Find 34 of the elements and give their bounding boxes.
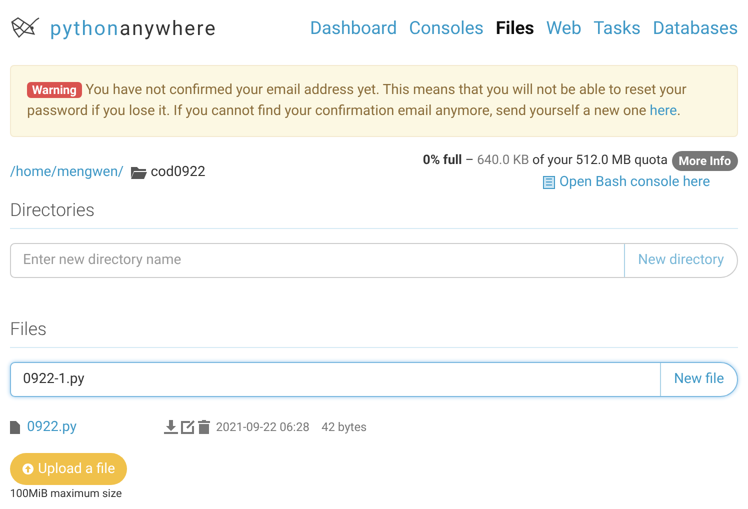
nav-link[interactable]: Databases — [652, 14, 738, 42]
nav-link[interactable]: Dashboard — [310, 14, 397, 42]
warning-message: Warning You have not confirmed your email address yet. This means that you will not be able to reset your password if you lose it. If you cannot find your confirmation email anymore, send yourself a new one here. — [27, 81, 688, 121]
logo-text[interactable]: pythonanywhere — [50, 13, 217, 43]
here-link[interactable]: here — [650, 103, 677, 119]
upload-button[interactable]: Upload a file — [10, 453, 127, 485]
file-link[interactable]: 0922.py — [27, 416, 164, 438]
logo-icon — [10, 16, 42, 40]
upload-size-note: 100MiB maximum size — [10, 486, 123, 502]
file-size: 42 bytes — [321, 419, 367, 436]
nav-link[interactable]: Web — [546, 14, 582, 42]
file-name-field[interactable]: 0922-1.py New file — [10, 362, 738, 397]
path-link[interactable]: mengwen/ — [56, 162, 124, 182]
nav-link[interactable]: Consoles — [409, 14, 484, 42]
nav-link[interactable]: Files — [496, 14, 534, 42]
trash-icon[interactable] — [198, 420, 210, 434]
files-heading: Files — [10, 316, 738, 348]
current-folder: cod0922 — [150, 162, 206, 182]
edit-icon[interactable] — [181, 420, 195, 434]
file-icon — [10, 420, 20, 434]
directory-field[interactable]: Enter new directory name New directory — [10, 243, 738, 278]
console-icon — [543, 176, 556, 189]
file-modified: 2021-09-22 06:28 — [216, 419, 310, 436]
new-directory-button[interactable]: New directory — [624, 244, 737, 277]
folder-icon — [130, 166, 147, 178]
more-info-badge[interactable]: More Info — [672, 151, 738, 171]
bash-console-link[interactable]: Open Bash console here — [543, 172, 710, 193]
nav-link[interactable]: Tasks — [593, 14, 641, 42]
directories-heading: Directories — [10, 197, 738, 229]
new-file-button[interactable]: New file — [660, 363, 737, 396]
download-icon[interactable] — [164, 420, 178, 434]
path-link[interactable]: /home/ — [10, 162, 57, 182]
quota-text: 0% full – 640.0 KB of your 512.0 MB quota — [422, 152, 668, 170]
upload-icon — [22, 463, 34, 475]
